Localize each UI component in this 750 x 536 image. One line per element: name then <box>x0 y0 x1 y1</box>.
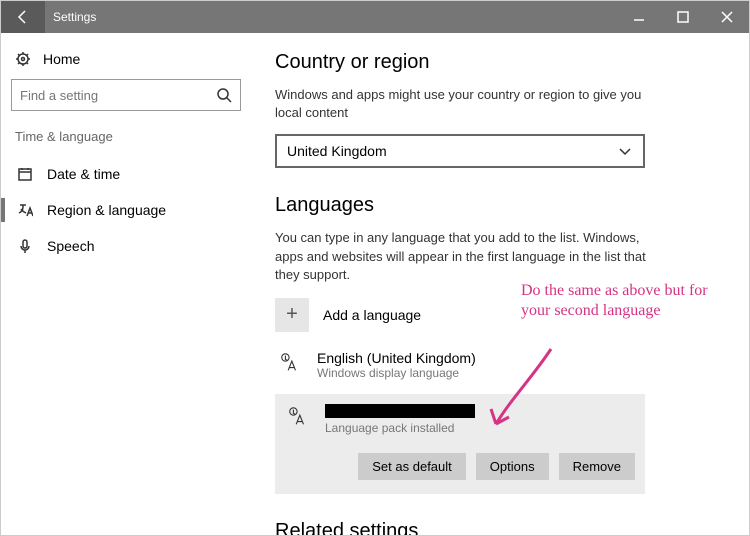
languages-heading: Languages <box>275 194 719 217</box>
window-title: Settings <box>53 10 617 24</box>
region-heading: Country or region <box>275 51 719 74</box>
category-label: Time & language <box>15 129 237 144</box>
sidebar-item-label: Date & time <box>47 166 120 182</box>
search-input[interactable] <box>20 88 216 103</box>
minimize-button[interactable] <box>617 1 661 33</box>
microphone-icon <box>17 238 33 254</box>
language-sub: Language pack installed <box>325 421 475 435</box>
language-name-redacted <box>325 404 475 418</box>
sidebar-item-region-language[interactable]: Region & language <box>11 192 241 228</box>
home-button[interactable]: Home <box>11 45 241 79</box>
country-select[interactable]: United Kingdom <box>275 134 645 168</box>
languages-desc: You can type in any language that you ad… <box>275 229 655 284</box>
minimize-icon <box>631 9 647 25</box>
chevron-down-icon <box>617 143 633 159</box>
maximize-button[interactable] <box>661 1 705 33</box>
sidebar-item-label: Speech <box>47 238 94 254</box>
annotation-text: Do the same as above but for your second… <box>521 281 721 321</box>
language-name: English (United Kingdom) <box>317 350 476 366</box>
language-item[interactable]: English (United Kingdom) Windows display… <box>275 346 645 384</box>
sidebar: Home Time & language Date & time Region … <box>1 33 251 535</box>
back-button[interactable] <box>1 1 45 33</box>
set-default-button[interactable]: Set as default <box>358 453 466 480</box>
search-box[interactable] <box>11 79 241 111</box>
language-glyph-icon <box>287 406 309 428</box>
language-glyph-icon <box>279 352 301 374</box>
region-desc: Windows and apps might use your country … <box>275 86 655 122</box>
close-icon <box>719 9 735 25</box>
home-label: Home <box>43 51 80 67</box>
plus-icon: + <box>275 298 309 332</box>
language-icon <box>17 202 33 218</box>
remove-button[interactable]: Remove <box>559 453 635 480</box>
arrow-left-icon <box>15 9 31 25</box>
sidebar-item-label: Region & language <box>47 202 166 218</box>
gear-icon <box>15 51 31 67</box>
close-button[interactable] <box>705 1 749 33</box>
sidebar-item-speech[interactable]: Speech <box>11 228 241 264</box>
calendar-clock-icon <box>17 166 33 182</box>
maximize-icon <box>675 9 691 25</box>
annotation-arrow-icon <box>481 339 561 439</box>
search-icon <box>216 87 232 103</box>
sidebar-item-date-time[interactable]: Date & time <box>11 156 241 192</box>
titlebar: Settings <box>1 1 749 33</box>
add-language-label: Add a language <box>323 307 421 323</box>
related-heading: Related settings <box>275 520 719 535</box>
country-selected: United Kingdom <box>287 143 387 159</box>
language-sub: Windows display language <box>317 366 476 380</box>
options-button[interactable]: Options <box>476 453 549 480</box>
language-item-expanded[interactable]: Language pack installed Set as default O… <box>275 394 645 494</box>
